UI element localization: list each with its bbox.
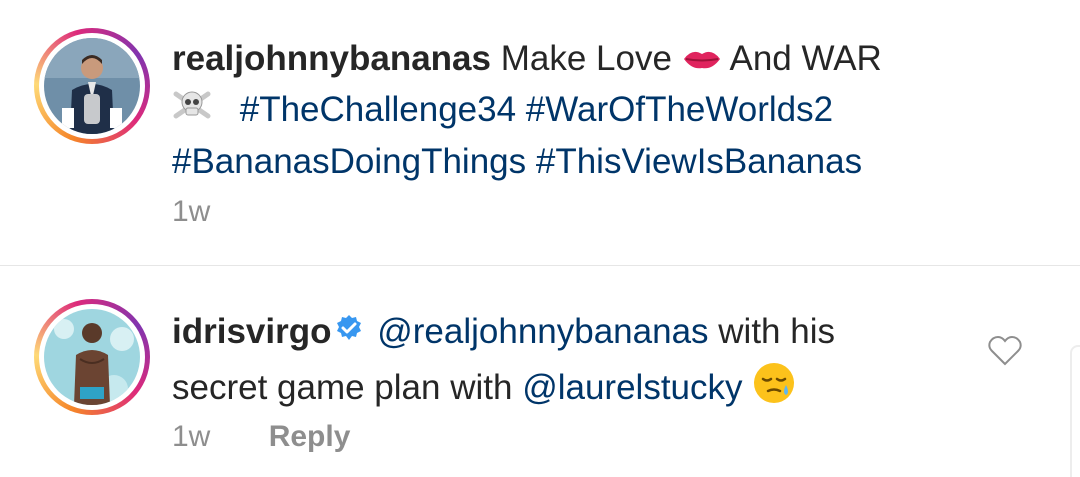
comment-row: idrisvirgo @realjohnnybananas with his s… — [0, 266, 1080, 475]
hashtag-link[interactable]: #BananasDoingThings — [172, 142, 526, 181]
mention-link[interactable]: @realjohnnybananas — [377, 312, 708, 351]
comment-text-part2: secret game plan with — [172, 367, 513, 407]
mention-link[interactable]: @laurelstucky — [522, 368, 742, 407]
like-heart-icon[interactable] — [988, 335, 1022, 371]
comment-meta: 1w Reply — [172, 420, 350, 454]
caption-text-part2: And WAR — [729, 39, 882, 78]
reply-button[interactable]: Reply — [269, 420, 351, 453]
verified-badge-icon — [335, 306, 363, 355]
caption-text: realjohnnybananas Make Love And WAR #The… — [172, 34, 992, 186]
comment-text-part1: with his — [718, 311, 835, 351]
hashtag-link[interactable]: #ThisViewIsBananas — [536, 142, 862, 181]
story-ring[interactable] — [34, 299, 150, 415]
caption-text-part1: Make Love — [500, 39, 672, 78]
comment-timestamp: 1w — [172, 420, 211, 453]
scroll-edge — [1070, 345, 1080, 477]
avatar[interactable] — [44, 38, 140, 134]
caption-timestamp: 1w — [172, 195, 211, 228]
comment-username[interactable]: idrisvirgo — [172, 312, 331, 351]
avatar[interactable] — [44, 309, 140, 405]
caption-row: realjohnnybananas Make Love And WAR #The… — [0, 0, 1080, 265]
skull-crossbones-icon — [172, 88, 212, 137]
caption-username[interactable]: realjohnnybananas — [172, 39, 491, 78]
story-ring[interactable] — [34, 28, 150, 144]
sleepy-face-icon — [752, 361, 796, 418]
comment-text: idrisvirgo @realjohnnybananas with his s… — [172, 306, 952, 418]
kiss-lips-icon — [682, 36, 722, 85]
hashtag-link[interactable]: #TheChallenge34 — [240, 90, 516, 129]
hashtag-link[interactable]: #WarOfTheWorlds2 — [526, 90, 833, 129]
